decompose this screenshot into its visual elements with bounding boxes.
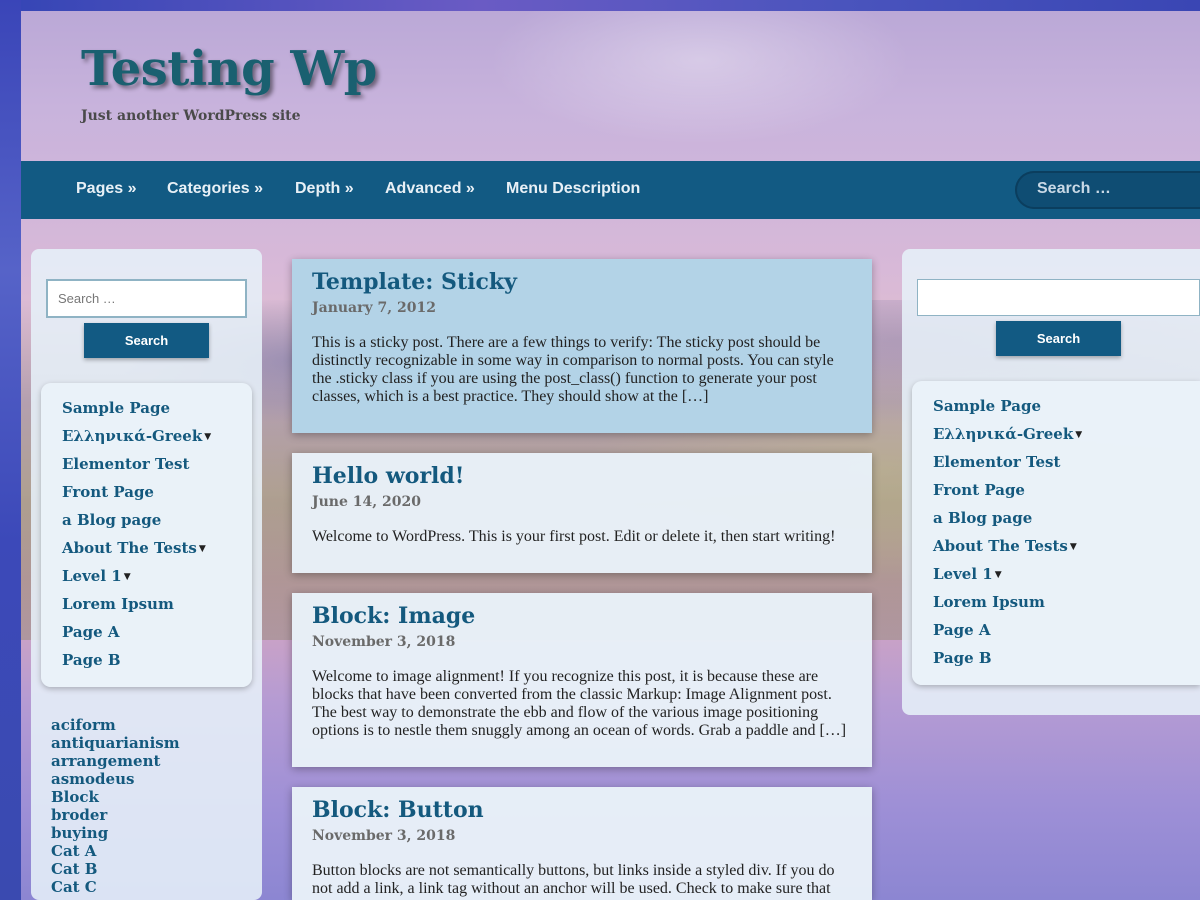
tag-link[interactable]: Block xyxy=(51,788,99,806)
nav-search-input[interactable]: Search … xyxy=(1015,171,1200,209)
right-page-label: Level 1 xyxy=(933,565,993,583)
caret-down-icon[interactable]: ▼ xyxy=(1075,430,1082,440)
caret-down-icon[interactable]: ▼ xyxy=(1070,542,1077,552)
left-page-label: a Blog page xyxy=(62,511,162,529)
right-page-page-b[interactable]: Page B xyxy=(933,649,992,667)
background-top-strip xyxy=(0,0,1200,11)
post-card: Hello world! June 14, 2020 Welcome to Wo… xyxy=(292,453,872,573)
right-page-label: Page A xyxy=(933,621,991,639)
right-page-level-1[interactable]: Level 1 ▼ xyxy=(933,565,1002,583)
left-page-label: Ελληνικά-Greek xyxy=(62,427,203,445)
left-page-label: Elementor Test xyxy=(62,455,190,473)
post-date[interactable]: November 3, 2018 xyxy=(312,828,455,844)
left-page-label: Sample Page xyxy=(62,399,171,417)
left-search-button[interactable]: Search xyxy=(84,323,209,358)
left-page-blog-page[interactable]: a Blog page xyxy=(62,511,161,529)
nav-item-advanced[interactable]: Advanced » xyxy=(385,180,475,198)
post-excerpt: Button blocks are not semantically butto… xyxy=(312,862,835,897)
right-page-greek[interactable]: Ελληνικά-Greek ▼ xyxy=(933,425,1082,443)
left-page-level-1[interactable]: Level 1 ▼ xyxy=(62,567,131,585)
post-title[interactable]: Block: Button xyxy=(312,797,484,823)
right-page-elementor-test[interactable]: Elementor Test xyxy=(933,453,1060,471)
right-page-label: Lorem Ipsum xyxy=(933,593,1045,611)
right-search-input[interactable] xyxy=(917,279,1200,316)
right-page-about-the-tests[interactable]: About The Tests ▼ xyxy=(933,537,1077,555)
post-title[interactable]: Template: Sticky xyxy=(312,269,517,295)
post-excerpt: Welcome to image alignment! If you recog… xyxy=(312,668,847,739)
left-search-input[interactable]: Search … xyxy=(46,279,247,318)
right-page-lorem-ipsum[interactable]: Lorem Ipsum xyxy=(933,593,1045,611)
post-card: Block: Image November 3, 2018 Welcome to… xyxy=(292,593,872,767)
right-page-label: About The Tests xyxy=(933,537,1068,555)
left-page-page-b[interactable]: Page B xyxy=(62,651,121,669)
left-page-about-the-tests[interactable]: About The Tests ▼ xyxy=(62,539,206,557)
tag-link[interactable]: broder xyxy=(51,806,107,824)
right-page-blog-page[interactable]: a Blog page xyxy=(933,509,1032,527)
nav-item-menu-description[interactable]: Menu Description xyxy=(506,180,640,198)
site-title[interactable]: Testing Wp xyxy=(81,41,377,97)
post-date[interactable]: January 7, 2012 xyxy=(312,300,436,316)
left-page-label: Front Page xyxy=(62,483,154,501)
tag-link[interactable]: Cat C xyxy=(51,878,97,896)
right-page-label: Page B xyxy=(933,649,992,667)
post-title[interactable]: Block: Image xyxy=(312,603,475,629)
nav-item-pages[interactable]: Pages » xyxy=(76,180,136,198)
caret-down-icon[interactable]: ▼ xyxy=(204,432,211,442)
main-navigation: Pages » Categories » Depth » Advanced » … xyxy=(21,161,1200,219)
left-page-label: About The Tests xyxy=(62,539,197,557)
right-page-sample-page[interactable]: Sample Page xyxy=(933,397,1041,415)
right-page-label: Sample Page xyxy=(933,397,1042,415)
tag-link[interactable]: asmodeus xyxy=(51,770,134,788)
caret-down-icon[interactable]: ▼ xyxy=(995,570,1002,580)
right-page-label: a Blog page xyxy=(933,509,1033,527)
caret-down-icon[interactable]: ▼ xyxy=(199,544,206,554)
right-page-front-page[interactable]: Front Page xyxy=(933,481,1025,499)
left-page-label: Page A xyxy=(62,623,120,641)
right-search-button[interactable]: Search xyxy=(996,321,1121,356)
caret-down-icon[interactable]: ▼ xyxy=(124,572,131,582)
tag-link[interactable]: buying xyxy=(51,824,108,842)
tag-link[interactable]: Cat B xyxy=(51,860,98,878)
left-page-label: Lorem Ipsum xyxy=(62,595,174,613)
left-page-greek[interactable]: Ελληνικά-Greek ▼ xyxy=(62,427,211,445)
tag-link[interactable]: antiquarianism xyxy=(51,734,180,752)
tag-link[interactable]: Cat A xyxy=(51,842,96,860)
background-left-strip xyxy=(0,0,21,900)
right-page-label: Elementor Test xyxy=(933,453,1061,471)
left-page-page-a[interactable]: Page A xyxy=(62,623,120,641)
post-date[interactable]: November 3, 2018 xyxy=(312,634,455,650)
left-page-lorem-ipsum[interactable]: Lorem Ipsum xyxy=(62,595,174,613)
left-page-label: Level 1 xyxy=(62,567,122,585)
post-date[interactable]: June 14, 2020 xyxy=(312,494,421,510)
right-page-page-a[interactable]: Page A xyxy=(933,621,991,639)
nav-item-depth[interactable]: Depth » xyxy=(295,180,354,198)
post-card-sticky: Template: Sticky January 7, 2012 This is… xyxy=(292,259,872,433)
tag-link[interactable]: arrangement xyxy=(51,752,160,770)
right-page-label: Ελληνικά-Greek xyxy=(933,425,1074,443)
right-page-label: Front Page xyxy=(933,481,1025,499)
post-excerpt: Welcome to WordPress. This is your first… xyxy=(312,528,836,545)
nav-item-categories[interactable]: Categories » xyxy=(167,180,263,198)
left-page-label: Page B xyxy=(62,651,121,669)
tag-link[interactable]: aciform xyxy=(51,716,116,734)
left-page-sample-page[interactable]: Sample Page xyxy=(62,399,170,417)
post-title[interactable]: Hello world! xyxy=(312,463,464,489)
post-card: Block: Button November 3, 2018 Button bl… xyxy=(292,787,872,900)
left-page-elementor-test[interactable]: Elementor Test xyxy=(62,455,189,473)
site-description: Just another WordPress site xyxy=(81,108,301,124)
left-page-front-page[interactable]: Front Page xyxy=(62,483,154,501)
post-excerpt: This is a sticky post. There are a few t… xyxy=(312,334,834,405)
site-header: Testing Wp Just another WordPress site xyxy=(21,11,1200,161)
